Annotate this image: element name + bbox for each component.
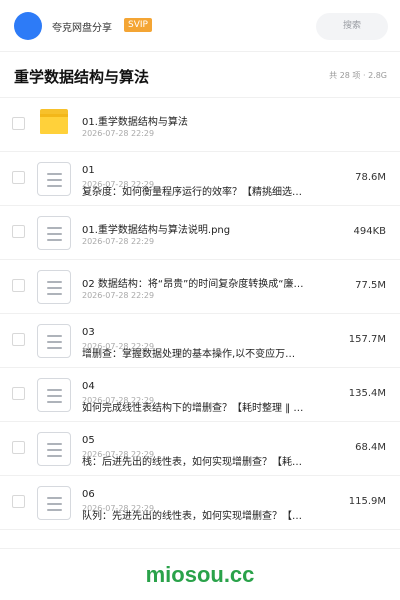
list-item[interactable]: 01.重学数据结构与算法 2026-07-28 22:29 xyxy=(0,98,400,152)
file-size: 135.4M xyxy=(348,388,386,399)
item-checkbox[interactable] xyxy=(12,441,25,454)
list-item[interactable]: 05 2026-07-28 22:29 栈：后进先出的线性表，如何实现增删查？【… xyxy=(0,422,400,476)
file-name: 01.重学数据结构与算法 xyxy=(82,117,188,128)
file-date: 2026-07-28 22:29 xyxy=(82,237,155,246)
file-name: 01 xyxy=(82,165,95,176)
file-date: 2026-07-28 22:29 xyxy=(82,129,155,138)
file-name: 02 数据结构：将“昂贵”的时间复杂度转换成“廉… xyxy=(82,279,304,290)
item-checkbox[interactable] xyxy=(12,279,25,292)
file-name-line2: 栈：后进先出的线性表，如何实现增删查？【耗… xyxy=(82,457,302,468)
file-name: 03 xyxy=(82,327,95,338)
document-icon xyxy=(37,486,71,520)
file-name: 01.重学数据结构与算法说明.png xyxy=(82,225,231,236)
app-name: 夸克网盘分享 xyxy=(52,23,112,34)
list-item[interactable]: 01.重学数据结构与算法说明.png 2026-07-28 22:29 494K… xyxy=(0,206,400,260)
item-checkbox[interactable] xyxy=(12,387,25,400)
document-icon xyxy=(37,216,71,250)
document-icon xyxy=(37,162,71,196)
file-size: 68.4M xyxy=(355,442,386,453)
file-size: 78.6M xyxy=(355,172,386,183)
page-title: 重学数据结构与算法 xyxy=(14,68,150,86)
file-name-line2: 如何完成线性表结构下的增删查？【耗时整理 ‖ … xyxy=(82,403,304,414)
file-size: 77.5M xyxy=(355,280,386,291)
item-checkbox[interactable] xyxy=(12,495,25,508)
file-name-line2: 增删查：掌握数据处理的基本操作,以不变应万… xyxy=(82,349,296,360)
avatar[interactable] xyxy=(14,12,42,40)
footer: miosou.cc xyxy=(0,548,400,600)
list-item[interactable]: 04 2026-07-28 22:29 如何完成线性表结构下的增删查？【耗时整理… xyxy=(0,368,400,422)
item-checkbox[interactable] xyxy=(12,117,25,130)
file-name-line2: 复杂度：如何衡量程序运行的效率？【精挑细选… xyxy=(82,187,302,198)
document-icon xyxy=(37,378,71,412)
file-name-line2: 队列：先进先出的线性表，如何实现增删查？【… xyxy=(82,511,302,522)
top-header: 夸克网盘分享 SVIP 搜索 xyxy=(0,0,400,52)
list-item[interactable]: 02 数据结构：将“昂贵”的时间复杂度转换成“廉… 2026-07-28 22:… xyxy=(0,260,400,314)
list-item[interactable]: 03 2026-07-28 22:29 增删查：掌握数据处理的基本操作,以不变应… xyxy=(0,314,400,368)
item-checkbox[interactable] xyxy=(12,225,25,238)
document-icon xyxy=(37,432,71,466)
file-size: 115.9M xyxy=(348,496,386,507)
file-name: 04 xyxy=(82,381,95,392)
file-name: 05 xyxy=(82,435,95,446)
file-list: 01.重学数据结构与算法 2026-07-28 22:29 01 2026-07… xyxy=(0,98,400,530)
file-date: 2026-07-28 22:29 xyxy=(82,291,155,300)
list-item[interactable]: 06 2026-07-28 22:29 队列：先进先出的线性表，如何实现增删查？… xyxy=(0,476,400,530)
document-icon xyxy=(37,270,71,304)
file-size: 157.7M xyxy=(348,334,386,345)
site-watermark: miosou.cc xyxy=(145,562,255,587)
document-icon xyxy=(37,324,71,358)
svip-badge: SVIP xyxy=(124,18,152,32)
folder-icon xyxy=(40,109,68,134)
file-name: 06 xyxy=(82,489,95,500)
item-count-summary: 共 28 项 · 2.8G xyxy=(329,71,387,80)
item-checkbox[interactable] xyxy=(12,333,25,346)
list-item[interactable]: 01 2026-07-28 22:29 复杂度：如何衡量程序运行的效率？【精挑细… xyxy=(0,152,400,206)
search-input[interactable]: 搜索 xyxy=(316,13,388,40)
item-checkbox[interactable] xyxy=(12,171,25,184)
folder-title-bar: 重学数据结构与算法 共 28 项 · 2.8G xyxy=(0,52,400,98)
file-size: 494KB xyxy=(353,226,386,237)
